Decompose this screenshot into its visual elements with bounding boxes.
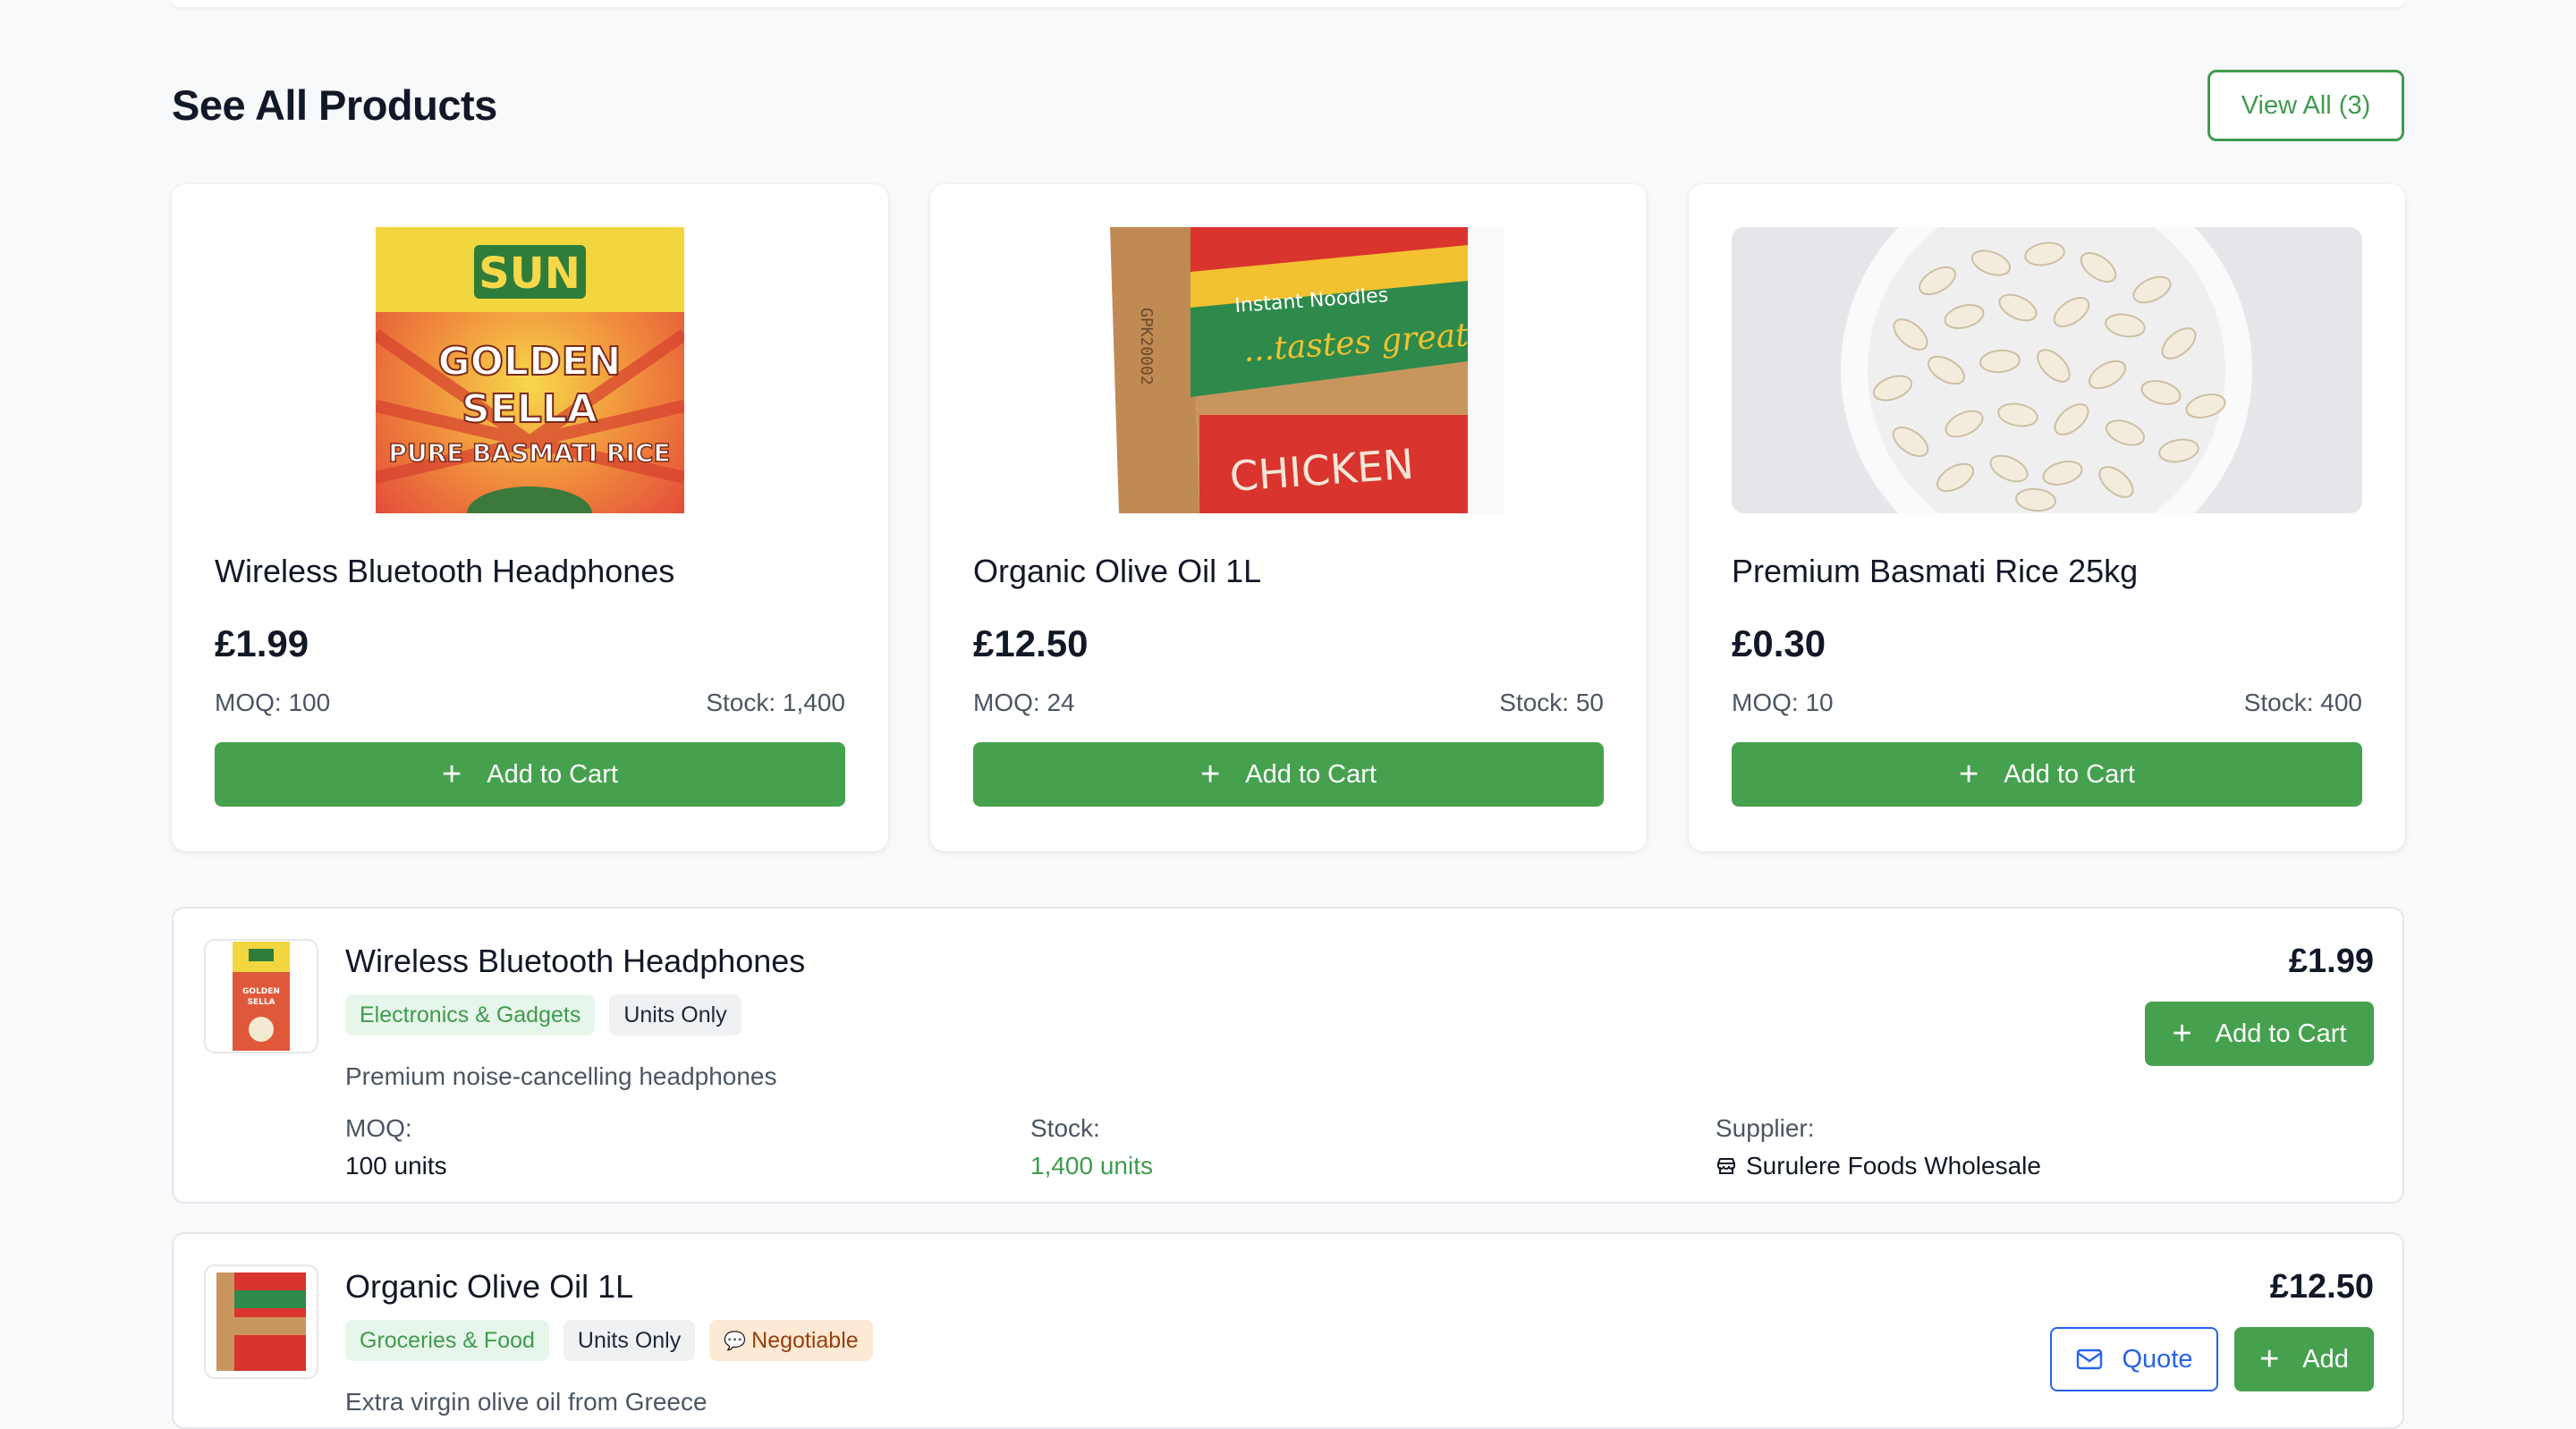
- product-title[interactable]: Wireless Bluetooth Headphones: [345, 943, 805, 980]
- product-name[interactable]: Wireless Bluetooth Headphones: [215, 553, 674, 590]
- svg-text:GOLDEN: GOLDEN: [242, 987, 280, 996]
- mail-icon: [2076, 1349, 2102, 1370]
- product-description: Extra virgin olive oil from Greece: [345, 1388, 708, 1416]
- product-grid: SUN GOLDEN SELLA PURE BASMATI RICE Wirel…: [172, 184, 2405, 851]
- product-stock: Stock: 1,400: [706, 689, 845, 716]
- plus-icon: +: [442, 756, 462, 793]
- quote-button[interactable]: Quote: [2050, 1327, 2218, 1391]
- svg-text:SUN: SUN: [479, 249, 580, 299]
- tag-list: Electronics & Gadgets Units Only: [345, 994, 741, 1036]
- negotiable-tag: 💬 Negotiable: [709, 1320, 873, 1361]
- product-stock: Stock: 400: [2243, 689, 2362, 716]
- moq-info: MOQ: 100 units: [345, 1114, 447, 1180]
- noodles-box-image: [216, 1273, 306, 1371]
- add-to-cart-button[interactable]: + Add to Cart: [215, 742, 845, 807]
- product-thumbnail[interactable]: GOLDEN SELLA: [204, 939, 318, 1053]
- add-to-cart-button[interactable]: + Add to Cart: [973, 742, 1604, 807]
- plus-icon: +: [2172, 1015, 2192, 1053]
- unit-tag: Units Only: [609, 994, 741, 1036]
- stock-info: Stock: 1,400 units: [1030, 1114, 1153, 1180]
- store-icon: [1717, 1158, 1735, 1174]
- noodles-box-image: Instant Noodles ...tastes great CHICKEN …: [1109, 227, 1504, 513]
- category-tag: Electronics & Gadgets: [345, 994, 596, 1036]
- rice-bag-image: SUN GOLDEN SELLA PURE BASMATI RICE: [376, 227, 684, 513]
- stock-label: Stock:: [1030, 1114, 1100, 1142]
- add-to-cart-label: Add to Cart: [2215, 1019, 2347, 1048]
- product-thumbnail[interactable]: [204, 1264, 318, 1379]
- supplier-info: Supplier: Surulere Foods Wholesale: [1716, 1114, 2041, 1180]
- moq-label: MOQ:: [345, 1114, 412, 1142]
- product-price: £0.30: [1732, 622, 1826, 664]
- plus-icon: +: [1959, 756, 1979, 793]
- section-title: See All Products: [172, 81, 497, 129]
- product-name[interactable]: Premium Basmati Rice 25kg: [1732, 553, 2138, 590]
- add-to-cart-label: Add to Cart: [1245, 759, 1377, 789]
- beans-bowl-image: [1732, 227, 2362, 513]
- product-stock: Stock: 50: [1499, 689, 1604, 716]
- svg-text:SELLA: SELLA: [247, 998, 275, 1007]
- add-to-cart-button[interactable]: + Add to Cart: [2145, 1002, 2374, 1066]
- section-header: See All Products View All (3): [172, 70, 2404, 143]
- svg-text:SELLA: SELLA: [462, 386, 597, 432]
- product-moq: MOQ: 10: [1732, 689, 1834, 716]
- product-moq: MOQ: 100: [215, 689, 331, 716]
- add-label: Add: [2302, 1344, 2349, 1374]
- supplier-value[interactable]: Surulere Foods Wholesale: [1746, 1152, 2041, 1180]
- product-name[interactable]: Organic Olive Oil 1L: [973, 553, 1261, 590]
- svg-text:GPK20002: GPK20002: [1137, 308, 1156, 385]
- add-button[interactable]: + Add: [2234, 1327, 2374, 1391]
- quote-label: Quote: [2122, 1344, 2193, 1374]
- product-card[interactable]: Premium Basmati Rice 25kg £0.30 MOQ: 10 …: [1689, 184, 2405, 851]
- product-card[interactable]: Instant Noodles ...tastes great CHICKEN …: [930, 184, 1647, 851]
- product-price: £1.99: [2288, 943, 2374, 980]
- product-list-row[interactable]: GOLDEN SELLA Wireless Bluetooth Headphon…: [172, 907, 2404, 1204]
- stock-value: 1,400 units: [1030, 1152, 1153, 1180]
- top-panel-edge: [172, 0, 2404, 7]
- add-to-cart-label: Add to Cart: [2004, 759, 2135, 789]
- category-tag: Groceries & Food: [345, 1320, 549, 1361]
- product-image[interactable]: SUN GOLDEN SELLA PURE BASMATI RICE: [215, 227, 845, 513]
- product-price: £12.50: [973, 622, 1089, 664]
- plus-icon: +: [1200, 756, 1221, 793]
- product-price: £1.99: [215, 622, 309, 664]
- add-to-cart-label: Add to Cart: [487, 759, 618, 789]
- supplier-value-wrap: Surulere Foods Wholesale: [1716, 1152, 2041, 1180]
- rice-bag-image: GOLDEN SELLA: [233, 942, 290, 1051]
- product-image[interactable]: [1732, 227, 2362, 513]
- moq-value: 100 units: [345, 1152, 447, 1180]
- svg-text:GOLDEN: GOLDEN: [438, 339, 622, 385]
- tag-list: Groceries & Food Units Only 💬 Negotiable: [345, 1320, 873, 1361]
- product-price: £12.50: [2269, 1268, 2374, 1306]
- product-card[interactable]: SUN GOLDEN SELLA PURE BASMATI RICE Wirel…: [172, 184, 888, 851]
- supplier-label: Supplier:: [1716, 1114, 1815, 1142]
- plus-icon: +: [2259, 1340, 2280, 1378]
- negotiable-label: Negotiable: [751, 1327, 859, 1353]
- unit-tag: Units Only: [563, 1320, 696, 1361]
- view-all-button[interactable]: View All (3): [2207, 70, 2404, 141]
- product-list-row[interactable]: Organic Olive Oil 1L Groceries & Food Un…: [172, 1232, 2404, 1429]
- speech-bubble-icon: 💬: [724, 1331, 747, 1351]
- svg-text:PURE BASMATI RICE: PURE BASMATI RICE: [388, 438, 670, 468]
- product-image[interactable]: Instant Noodles ...tastes great CHICKEN …: [973, 227, 1604, 513]
- product-moq: MOQ: 24: [973, 689, 1075, 716]
- add-to-cart-button[interactable]: + Add to Cart: [1732, 742, 2362, 807]
- product-title[interactable]: Organic Olive Oil 1L: [345, 1268, 633, 1306]
- product-description: Premium noise-cancelling headphones: [345, 1062, 777, 1090]
